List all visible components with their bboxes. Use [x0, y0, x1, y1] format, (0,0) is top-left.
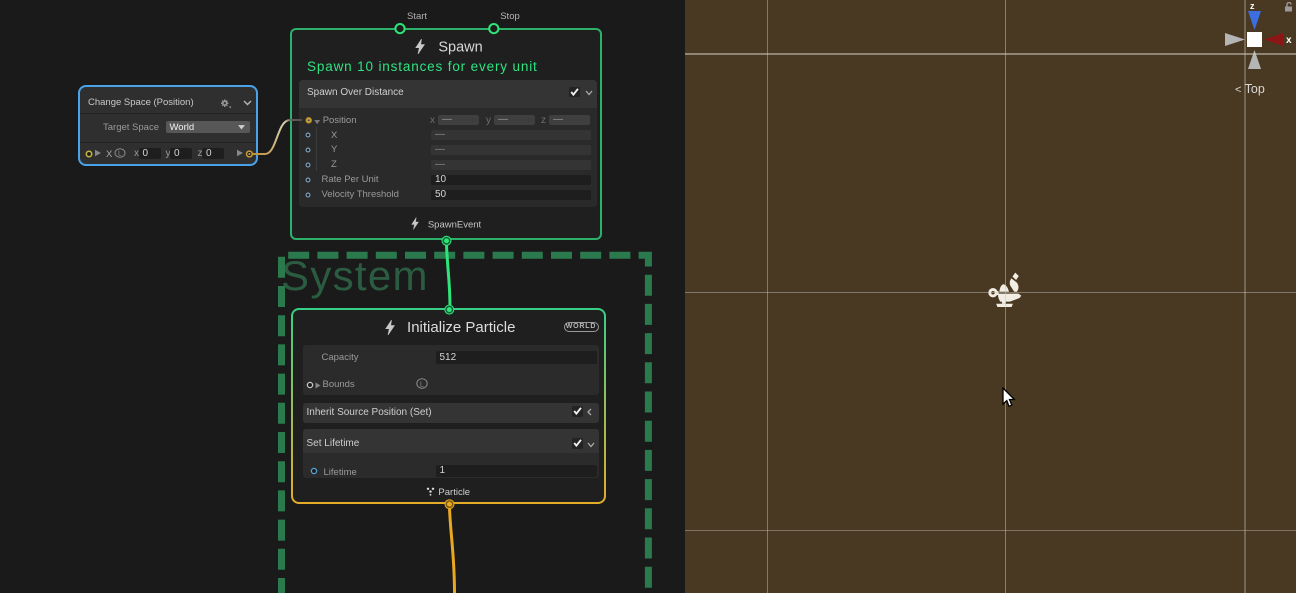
svg-text:L: L: [419, 379, 423, 388]
svg-text:x: x: [1286, 35, 1292, 46]
svg-text:L: L: [118, 151, 122, 158]
svg-text:z: z: [1250, 1, 1255, 11]
